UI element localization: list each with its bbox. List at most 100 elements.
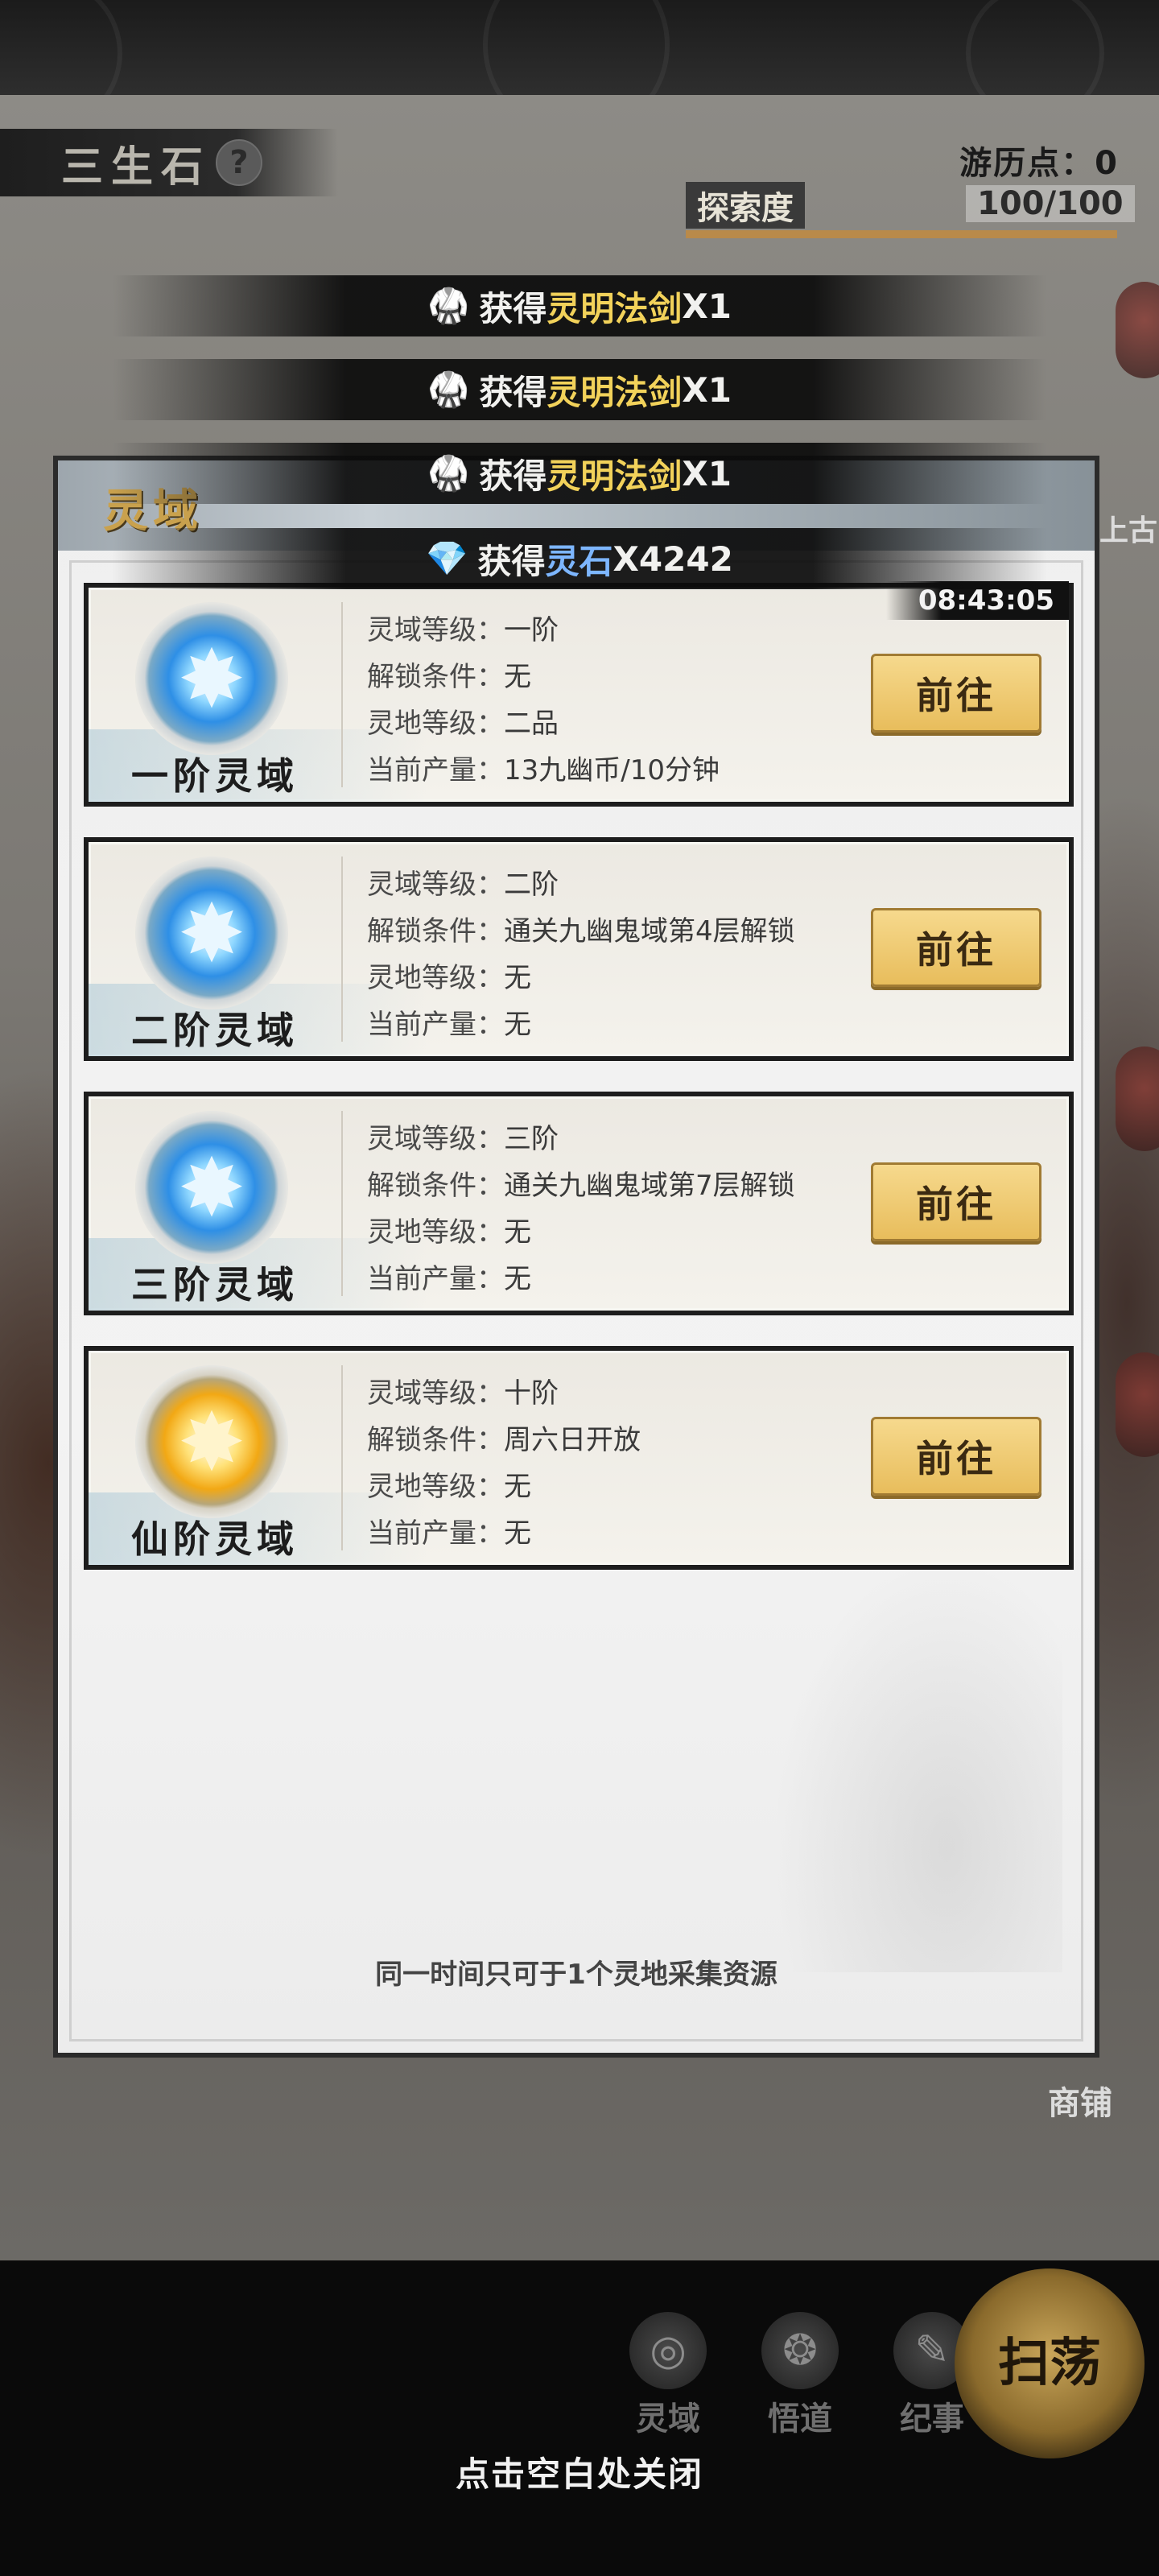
info-value: 周六日开放 <box>504 1423 641 1456</box>
blue-orb-icon: ✸ <box>135 1111 288 1264</box>
info-label: 灵域等级： <box>367 868 504 901</box>
info-label: 当前产量： <box>367 1517 504 1550</box>
card-divider <box>341 857 343 1042</box>
explore-progress-fill <box>686 230 1117 238</box>
shop-label[interactable]: 商铺 <box>1048 2077 1112 2124</box>
info-value: 无 <box>504 1216 531 1249</box>
info-line: 解锁条件：无 <box>367 650 866 697</box>
info-label: 灵域等级： <box>367 1122 504 1155</box>
info-value: 二阶 <box>504 868 559 901</box>
domain-info: 灵域等级： 三阶 解锁条件： 通关九幽鬼域第7层解锁 灵地等级：无 当前产量：无 <box>367 1113 866 1299</box>
info-line: 当前产量：无 <box>367 1253 866 1299</box>
info-label: 解锁条件： <box>367 1423 504 1456</box>
info-label: 解锁条件： <box>367 660 504 693</box>
tab-label: 纪事 <box>900 2401 964 2438</box>
go-button[interactable]: 前往 <box>871 1162 1041 1241</box>
card-divider <box>341 1365 343 1550</box>
blue-orb-icon: ✸ <box>135 857 288 1009</box>
robe-icon: 🥋 <box>427 286 470 325</box>
toast-prefix: 获得 <box>479 288 547 328</box>
character-portrait[interactable] <box>1116 1352 1159 1457</box>
toast-item: 灵明法剑 <box>547 456 683 496</box>
help-button[interactable]: ? <box>216 139 263 186</box>
blue-orb-icon: ✸ <box>135 602 288 755</box>
domain-name: 仙阶灵域 <box>131 1517 299 1561</box>
toast-count: X1 <box>682 453 732 493</box>
explore-label: 探索度 <box>686 182 805 229</box>
toast-item: 灵明法剑 <box>547 372 683 412</box>
page-title: 三生石 <box>61 142 212 192</box>
info-label: 灵地等级： <box>367 1216 504 1249</box>
go-button[interactable]: 前往 <box>871 1417 1041 1496</box>
domain-card-3: ✸ 三阶灵域 灵域等级： 三阶 解锁条件： 通关九幽鬼域第7层解锁 灵地等级：无 当… <box>84 1092 1074 1315</box>
go-button[interactable]: 前往 <box>871 654 1041 733</box>
character-portrait[interactable] <box>1116 1046 1159 1151</box>
info-label: 当前产量： <box>367 1262 504 1295</box>
info-value: 无 <box>504 1470 531 1503</box>
domain-card-2: ✸ 二阶灵域 灵域等级： 二阶 解锁条件： 通关九幽鬼域第4层解锁 灵地等级：无 当… <box>84 837 1074 1061</box>
info-line: 当前产量： 13九幽币/10分钟 <box>367 744 866 791</box>
tab-spirit-domain[interactable]: ◎ 灵域 <box>612 2312 724 2439</box>
info-label: 灵地等级： <box>367 961 504 994</box>
domain-info: 灵域等级： 十阶 解锁条件： 周六日开放 灵地等级：无 当前产量：无 <box>367 1367 866 1554</box>
info-value: 二品 <box>504 707 559 740</box>
info-value: 无 <box>504 1008 531 1041</box>
sweep-button[interactable]: 扫荡 <box>955 2268 1145 2458</box>
domain-info: 灵域等级： 二阶 解锁条件： 通关九幽鬼域第4层解锁 灵地等级：无 当前产量：无 <box>367 858 866 1045</box>
close-hint[interactable]: 点击空白处关闭 <box>0 2447 1159 2496</box>
info-value: 通关九幽鬼域第7层解锁 <box>504 1169 795 1202</box>
tab-label: 悟道 <box>768 2401 832 2438</box>
info-value: 13九幽币/10分钟 <box>504 753 720 786</box>
toast-prefix: 获得 <box>479 456 547 496</box>
robe-icon: 🥋 <box>427 369 470 409</box>
reward-toast: 🥋 获得 灵明法剑 X1 <box>113 443 1046 504</box>
reward-toast: 💎 获得 灵石 X4242 <box>113 528 1046 589</box>
card-divider <box>341 602 343 787</box>
info-value: 通关九幽鬼域第4层解锁 <box>504 914 795 947</box>
character-portrait[interactable] <box>1116 282 1159 378</box>
info-value: 十阶 <box>504 1377 559 1410</box>
tab-enlightenment[interactable]: ❂ 悟道 <box>744 2312 856 2439</box>
info-value: 无 <box>504 1262 531 1295</box>
domain-info: 灵域等级： 一阶 解锁条件：无 灵地等级： 二品 当前产量： 13九幽币/10分钟 <box>367 604 866 791</box>
title-banner: 三生石 ? <box>0 129 338 196</box>
info-line: 灵域等级： 一阶 <box>367 604 866 650</box>
info-line: 当前产量：无 <box>367 998 866 1045</box>
gold-orb-icon: ✸ <box>135 1365 288 1518</box>
explore-progress-bar <box>686 230 1117 238</box>
toast-count: X1 <box>682 369 732 410</box>
info-value: 三阶 <box>504 1122 559 1155</box>
domain-name: 二阶灵域 <box>131 1009 299 1052</box>
explore-value: 100/100 <box>966 185 1135 222</box>
info-label: 解锁条件： <box>367 1169 504 1202</box>
info-line: 灵域等级： 三阶 <box>367 1113 866 1159</box>
info-label: 灵域等级： <box>367 1377 504 1410</box>
info-value: 无 <box>504 961 531 994</box>
info-label: 解锁条件： <box>367 914 504 947</box>
panel-footer-note: 同一时间只可于1个灵地采集资源 <box>375 1959 777 1991</box>
enlightenment-icon: ❂ <box>761 2312 839 2389</box>
toast-count: X4242 <box>612 539 733 579</box>
domain-name: 一阶灵域 <box>131 754 299 798</box>
toast-prefix: 获得 <box>477 541 546 581</box>
info-value: 无 <box>504 660 531 693</box>
info-line: 灵地等级：无 <box>367 1206 866 1253</box>
info-line: 灵地等级： 二品 <box>367 697 866 744</box>
side-label-ancient[interactable]: 上古 <box>1099 507 1157 549</box>
reward-toast: 🥋 获得 灵明法剑 X1 <box>113 275 1046 336</box>
info-line: 当前产量：无 <box>367 1507 866 1554</box>
spirit-stone-icon: 💎 <box>426 539 468 578</box>
info-value: 无 <box>504 1517 531 1550</box>
tab-label: 灵域 <box>636 2401 700 2438</box>
go-button[interactable]: 前往 <box>871 908 1041 987</box>
card-divider <box>341 1111 343 1296</box>
robe-icon: 🥋 <box>427 453 470 493</box>
info-label: 当前产量： <box>367 753 504 786</box>
toast-item: 灵明法剑 <box>547 288 683 328</box>
toast-count: X1 <box>682 286 732 326</box>
info-label: 灵地等级： <box>367 1470 504 1503</box>
info-line: 灵地等级：无 <box>367 952 866 998</box>
info-label: 灵地等级： <box>367 707 504 740</box>
info-line: 灵域等级： 十阶 <box>367 1367 866 1414</box>
info-value: 一阶 <box>504 613 559 646</box>
